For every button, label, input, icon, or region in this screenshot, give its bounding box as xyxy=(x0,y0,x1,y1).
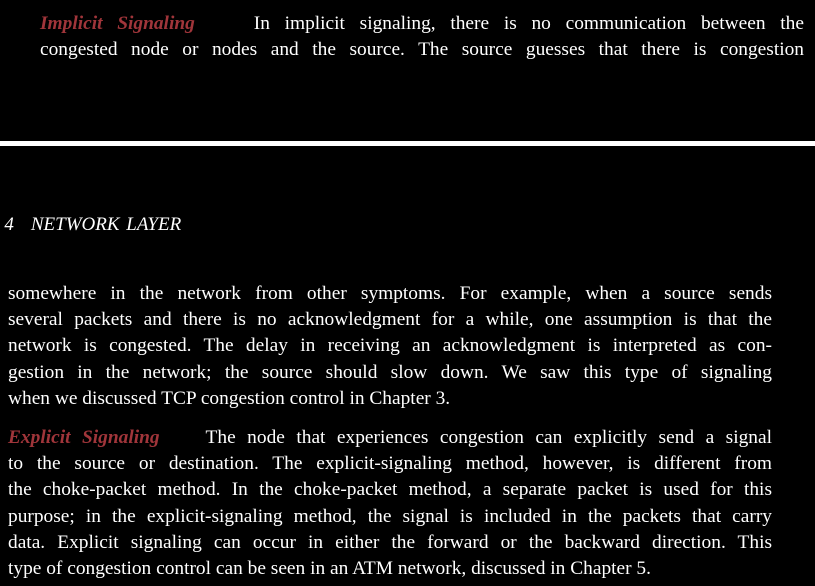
paragraph-line: several packets and there is no acknowle… xyxy=(8,309,772,331)
page-divider xyxy=(0,141,815,146)
running-head-chapter: R 4 xyxy=(0,214,14,235)
paragraph-line: network is congested. The delay in recei… xyxy=(8,335,772,357)
paragraph-line: Implicit Signaling In implicit signaling… xyxy=(40,11,804,37)
paragraph-line-text: The node that experiences congestion can… xyxy=(205,427,772,448)
implicit-signaling-term: Implicit Signaling xyxy=(40,13,195,34)
paragraph-line: congested node or nodes and the source. … xyxy=(40,39,804,61)
paragraph-line: data. Explicit signaling can occur in ei… xyxy=(8,531,772,553)
running-head-title: NETWORK LAYER xyxy=(30,214,182,235)
paragraph-line-text: In implicit signaling, there is no commu… xyxy=(253,13,804,34)
paragraph-line: purpose; in the explicit-signaling metho… xyxy=(8,505,772,527)
paragraph-line: Explicit Signaling The node that experie… xyxy=(8,425,772,451)
continuation-paragraph: somewhere in the network from other symp… xyxy=(8,281,772,412)
explicit-signaling-paragraph: Explicit Signaling The node that experie… xyxy=(8,425,772,582)
paragraph-line: when we discussed TCP congestion control… xyxy=(8,387,451,409)
explicit-signaling-term: Explicit Signaling xyxy=(8,427,160,448)
paragraph-line: the choke-packet method. In the choke-pa… xyxy=(8,479,772,501)
running-head: R 4 NETWORK LAYER xyxy=(0,214,181,236)
paragraph-line: type of congestion control can be seen i… xyxy=(8,558,651,580)
paragraph-line: to the source or destination. The explic… xyxy=(8,453,772,475)
paragraph-line: gestion in the network; the source shoul… xyxy=(8,361,772,383)
implicit-signaling-paragraph: Implicit Signaling In implicit signaling… xyxy=(40,11,804,63)
paragraph-line: somewhere in the network from other symp… xyxy=(8,283,772,304)
